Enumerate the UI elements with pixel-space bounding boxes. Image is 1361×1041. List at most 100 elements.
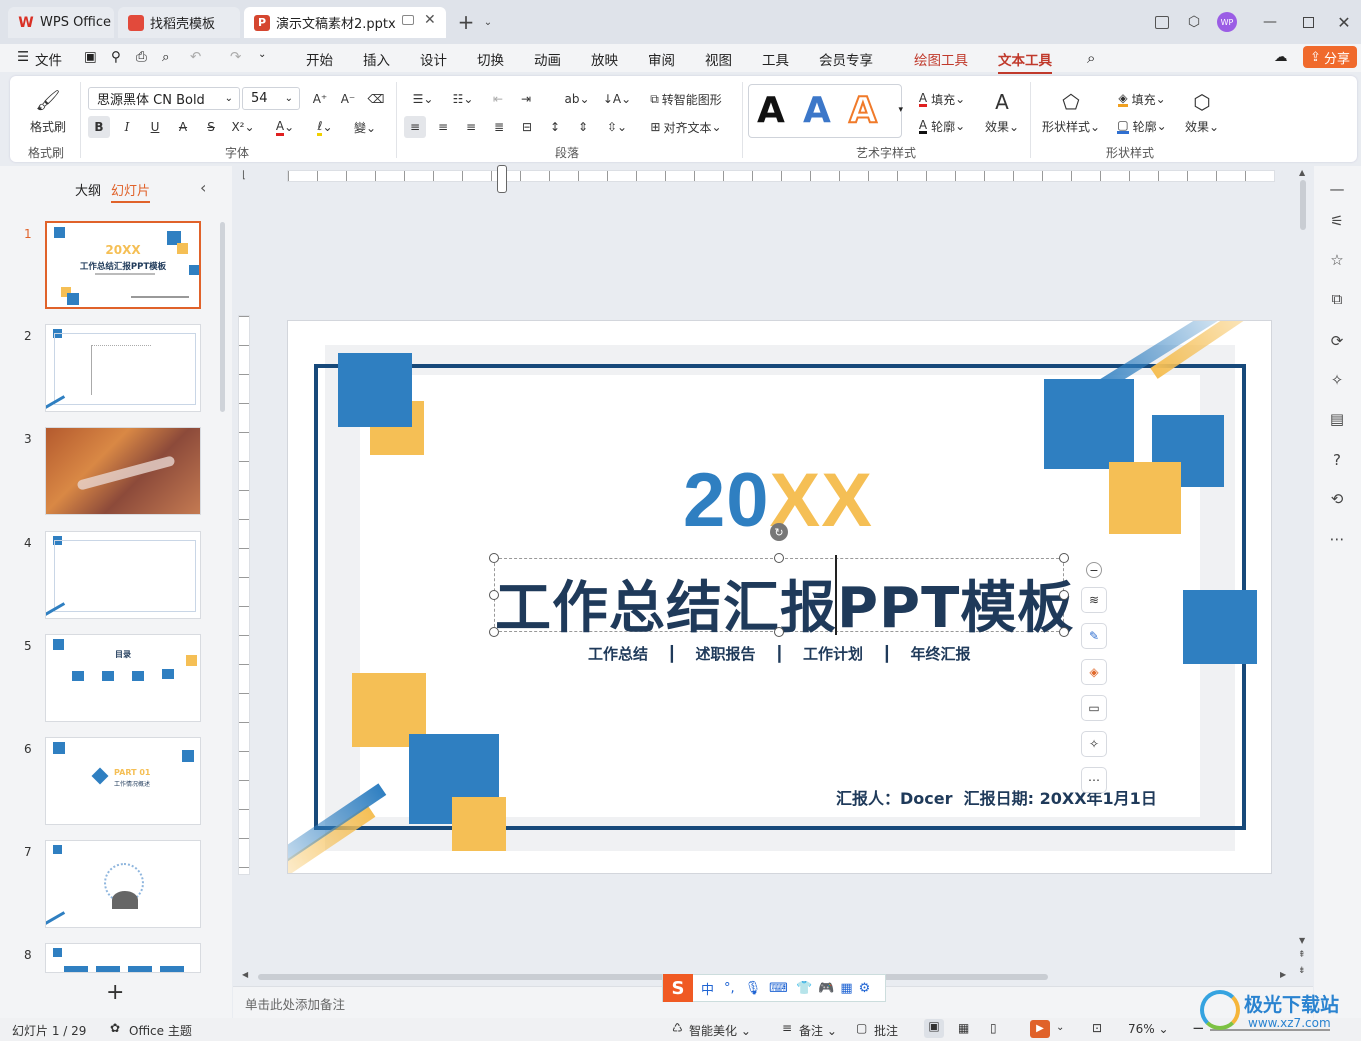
justify-icon[interactable]: ≣ [488, 116, 510, 138]
increase-indent-icon[interactable]: ⇥ [516, 89, 536, 109]
font-size-select[interactable]: 54 ⌄ [242, 87, 300, 110]
theme-name[interactable]: Office 主题 [129, 1022, 192, 1039]
resize-handle[interactable] [489, 553, 499, 563]
align-center-icon[interactable]: ≡ [432, 116, 454, 138]
align-right-icon[interactable]: ≡ [460, 116, 482, 138]
skin-icon[interactable]: 👕 [796, 981, 812, 996]
magic-wand-icon[interactable]: ✧ [1081, 731, 1107, 757]
slide-thumbnail-1[interactable]: 20XX 工作总结汇报PPT模板 [45, 221, 201, 309]
chevron-down-icon[interactable]: ⌄ [1056, 1022, 1064, 1033]
minimize-icon[interactable]: — [1260, 12, 1280, 32]
new-tab-icon[interactable]: + [456, 10, 476, 34]
shape-style-button[interactable]: ⬠ 形状样式⌄ [1040, 86, 1102, 138]
grid-icon[interactable]: ▦ [840, 981, 852, 996]
share-link-icon[interactable]: ⚲ [111, 49, 121, 65]
scroll-down-icon[interactable]: ▼ [1299, 936, 1305, 945]
transform-icon[interactable]: ⟲ [1326, 488, 1348, 510]
collapse-toolbar-icon[interactable]: − [1086, 562, 1102, 578]
prev-slide-icon[interactable]: ⇞ [1298, 950, 1306, 960]
horizontal-scrollbar[interactable] [258, 974, 1048, 980]
slide-thumbnail-8[interactable] [45, 943, 201, 973]
zoom-level[interactable]: 76% ⌄ [1128, 1022, 1169, 1036]
highlight-icon[interactable]: ℓ ⌄ [310, 116, 340, 138]
menu-member[interactable]: 会员专享 [819, 49, 873, 69]
slide-thumbnail-6[interactable]: PART 01 工作情况概述 [45, 737, 201, 825]
superscript-icon[interactable]: X²⌄ [228, 116, 258, 138]
indent-marker[interactable] [497, 165, 507, 193]
close-tab-icon[interactable]: ✕ [424, 12, 436, 28]
rotate-handle-icon[interactable]: ↻ [770, 523, 788, 541]
ime-toolbar[interactable]: S 中 °, 🎙 ⌨ 👕 🎮 ▦ ⚙ [662, 974, 886, 1002]
menu-text-tools[interactable]: 文本工具 [998, 49, 1052, 74]
text-fill-button[interactable]: A 填充 ⌄ [914, 89, 970, 109]
pane-scrollbar[interactable] [220, 222, 225, 412]
tab-template[interactable]: 找稻壳模板 [118, 7, 240, 38]
resize-handle[interactable] [1059, 553, 1069, 563]
format-painter-button[interactable]: 🖌 格式刷 [24, 86, 72, 136]
art-style-gallery[interactable]: A A A ▾ [748, 84, 903, 138]
beautify-button[interactable]: 智能美化 ⌄ [689, 1022, 751, 1039]
sort-icon[interactable]: ↓A⌄ [602, 89, 632, 109]
collapse-sidebar-icon[interactable]: — [1326, 178, 1348, 200]
fit-window-icon[interactable]: ⊡ [1092, 1021, 1102, 1035]
tab-preview-icon[interactable] [402, 15, 414, 25]
close-window-icon[interactable]: ✕ [1334, 12, 1354, 32]
reading-view-icon[interactable]: ▯ [990, 1021, 997, 1035]
slide-canvas[interactable]: 20XX ↻ 工作总结汇报PPT模板 工作总结 ┃ 述职报告 ┃ 工作计划 ┃ … [287, 320, 1272, 874]
print-icon[interactable]: ⎙ [136, 49, 147, 65]
numbered-list-icon[interactable]: ☷⌄ [448, 89, 478, 109]
comments-button[interactable]: 批注 [874, 1022, 898, 1039]
bullet-list-icon[interactable]: ☰⌄ [408, 89, 438, 109]
pen-icon[interactable]: ✎ [1081, 623, 1107, 649]
slide-thumbnail-3[interactable] [45, 427, 201, 515]
art-style-orange[interactable]: A [848, 89, 878, 132]
clear-format-icon[interactable]: ⌫ [366, 89, 386, 109]
menu-design[interactable]: 设计 [420, 49, 447, 69]
game-icon[interactable]: 🎮 [818, 981, 834, 996]
horizontal-ruler[interactable] [287, 170, 1275, 182]
chevron-down-icon[interactable]: ⌄ [478, 12, 498, 32]
resize-handle[interactable] [1059, 627, 1069, 637]
tab-presentation[interactable]: P 演示文稿素材2.pptx ✕ [244, 7, 446, 38]
share-button[interactable]: ⇪ 分享 [1303, 46, 1357, 68]
increase-font-icon[interactable]: A⁺ [310, 89, 330, 109]
collapse-pane-icon[interactable]: ‹ [200, 178, 206, 197]
decrease-font-icon[interactable]: A⁻ [338, 89, 358, 109]
add-slide-icon[interactable]: + [106, 980, 124, 1005]
tab-outline[interactable]: 大纲 [75, 180, 101, 199]
cloud-icon[interactable]: ☁ [1274, 49, 1288, 65]
font-name-select[interactable]: 思源黑体 CN Bold ⌄ [88, 87, 240, 110]
align-text-button[interactable]: ⊞ 对齐文本 ⌄ [644, 116, 728, 138]
text-direction-icon[interactable]: ab⌄ [562, 89, 592, 109]
undo-icon[interactable]: ↶ [190, 49, 201, 65]
keyboard-icon[interactable]: ⌨ [769, 981, 788, 996]
scroll-left-icon[interactable]: ◀ [242, 970, 248, 979]
redo-icon[interactable]: ↷ [230, 49, 241, 65]
font-color-icon[interactable]: A ⌄ [270, 116, 300, 138]
magic-tool-icon[interactable]: ✧ [1326, 369, 1348, 391]
more-icon[interactable]: ⋯ [1326, 528, 1348, 550]
shape-fill-button[interactable]: ◈ 填充 ⌄ [1114, 89, 1170, 109]
copy-slides-icon[interactable]: ⧉ [1326, 288, 1348, 310]
line-spacing-icon[interactable]: ↕ [544, 116, 566, 138]
text-outline-button[interactable]: A 轮廓 ⌄ [914, 116, 970, 136]
vertical-ruler[interactable] [238, 315, 250, 875]
menu-transition[interactable]: 切换 [477, 49, 504, 69]
phonetic-icon[interactable]: 變⌄ [350, 116, 380, 138]
more-icon[interactable]: ⌄ [258, 49, 266, 60]
slide-thumbnail-2[interactable] [45, 324, 201, 412]
animation-icon[interactable]: ⟳ [1326, 330, 1348, 352]
para-spacing-icon[interactable]: ⇕ [572, 116, 594, 138]
slide-thumbnail-5[interactable]: 目录 [45, 634, 201, 722]
star-icon[interactable]: ☆ [1326, 249, 1348, 271]
tab-slides[interactable]: 幻灯片 [111, 180, 151, 203]
menu-start[interactable]: 开始 [306, 49, 333, 69]
slide-thumbnail-7[interactable] [45, 840, 201, 928]
tab-wps-office[interactable]: W WPS Office [8, 7, 114, 38]
normal-view-icon[interactable]: ▣ [924, 1019, 944, 1038]
scroll-right-icon[interactable]: ▶ [1280, 970, 1286, 979]
border-icon[interactable]: ▭ [1081, 695, 1107, 721]
fill-icon[interactable]: ◈ [1081, 659, 1107, 685]
vertical-scrollbar[interactable] [1300, 180, 1306, 230]
art-style-black[interactable]: A [757, 90, 785, 131]
